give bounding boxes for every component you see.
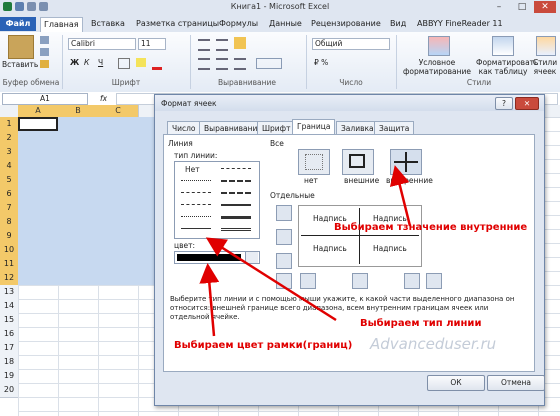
- arrow-to-inside-preset: [389, 165, 412, 227]
- annotation-color: Выбираем цвет рамки(границ): [174, 340, 353, 351]
- annotation-arrows: [199, 165, 412, 337]
- arrow-to-color: [199, 263, 220, 337]
- annotation-line-type: Выбираем тип линии: [360, 318, 482, 329]
- arrow-to-line-style: [205, 237, 337, 322]
- annotation-inner: Выбираем тзначение внутренние: [334, 222, 528, 233]
